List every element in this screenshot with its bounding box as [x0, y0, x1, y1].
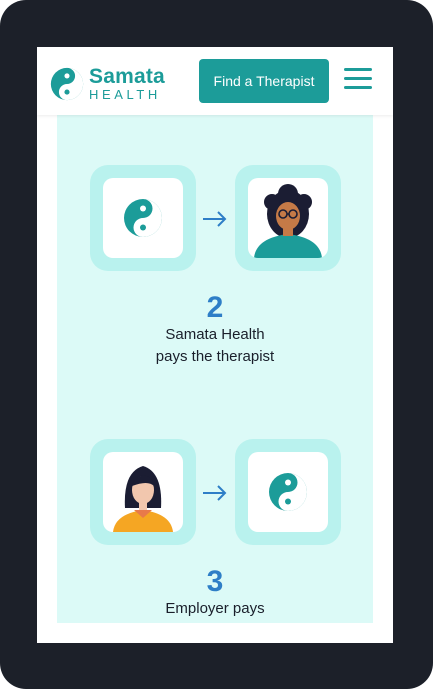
arrow-right-icon — [203, 485, 227, 501]
employee-avatar-icon — [113, 466, 173, 532]
device-frame: Samata HEALTH Find a Therapist 2 Samata … — [0, 0, 433, 689]
arrow-right-icon — [203, 211, 227, 227]
step2-to-tile-inner — [248, 178, 328, 258]
step2-text-line2: pays the therapist — [155, 348, 275, 365]
step2-number: 2 — [206, 291, 224, 324]
menu-bar — [344, 77, 372, 80]
logo[interactable]: Samata HEALTH — [50, 66, 165, 101]
step2-to-tile — [235, 165, 341, 271]
hamburger-menu-icon[interactable] — [344, 68, 372, 90]
menu-bar — [344, 86, 372, 89]
step2-text-line1: Samata Health — [165, 326, 265, 343]
find-therapist-button[interactable]: Find a Therapist — [199, 59, 329, 103]
logo-wordmark: Samata HEALTH — [89, 66, 165, 101]
step2-from-tile — [90, 165, 196, 271]
yin-yang-logo-icon — [124, 199, 162, 237]
step3-text-line1: Employer pays — [165, 600, 265, 617]
step3-number: 3 — [206, 565, 224, 598]
yin-yang-logo-icon — [50, 67, 84, 100]
step3-to-tile-inner — [248, 452, 328, 532]
step3-from-tile-inner — [103, 452, 183, 532]
menu-bar — [344, 68, 372, 71]
logo-title: Samata — [89, 65, 165, 88]
screen: Samata HEALTH Find a Therapist 2 Samata … — [37, 47, 393, 643]
therapist-avatar-icon — [254, 184, 322, 258]
step3-to-tile — [235, 439, 341, 545]
payment-steps-panel: 2 Samata Health pays the therapist 3 Emp… — [57, 115, 373, 623]
step3-from-tile — [90, 439, 196, 545]
site-header: Samata HEALTH Find a Therapist — [37, 47, 393, 115]
yin-yang-logo-icon — [269, 473, 307, 511]
step2-from-tile-inner — [103, 178, 183, 258]
logo-subtitle: HEALTH — [89, 87, 161, 102]
